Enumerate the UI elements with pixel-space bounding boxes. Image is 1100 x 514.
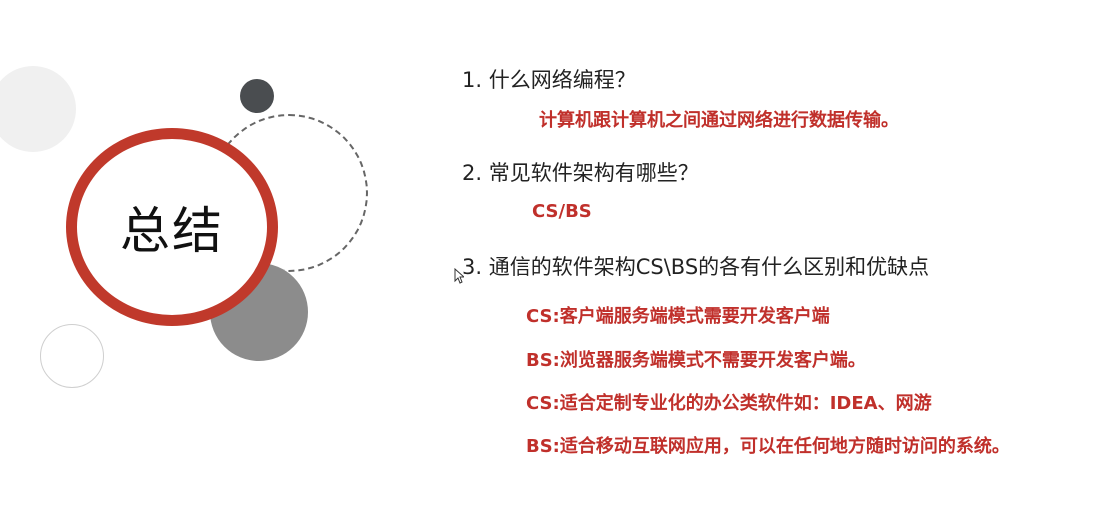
summary-ring: 总结 bbox=[66, 128, 278, 326]
answer-3-bs-model: BS:浏览器服务端模式不需要开发客户端。 bbox=[526, 350, 866, 371]
decorative-outline-circle bbox=[40, 324, 104, 388]
mouse-cursor-icon bbox=[454, 268, 464, 284]
answer-3-cs-use: CS:适合定制专业化的办公类软件如：IDEA、网游 bbox=[526, 393, 932, 414]
decorative-dark-circle bbox=[240, 79, 274, 113]
question-3: 3. 通信的软件架构CS\BS的各有什么区别和优缺点 bbox=[462, 255, 930, 279]
answer-3-bs-use: BS:适合移动互联网应用，可以在任何地方随时访问的系统。 bbox=[526, 436, 1010, 457]
decorative-light-circle bbox=[0, 66, 76, 152]
answer-1: 计算机跟计算机之间通过网络进行数据传输。 bbox=[539, 110, 899, 131]
answer-3-cs-model: CS:客户端服务端模式需要开发客户端 bbox=[526, 306, 830, 327]
answer-2: CS/BS bbox=[532, 201, 592, 222]
summary-title: 总结 bbox=[120, 202, 224, 260]
question-2: 2. 常见软件架构有哪些？ bbox=[462, 161, 699, 185]
question-1: 1. 什么网络编程？ bbox=[462, 68, 636, 92]
